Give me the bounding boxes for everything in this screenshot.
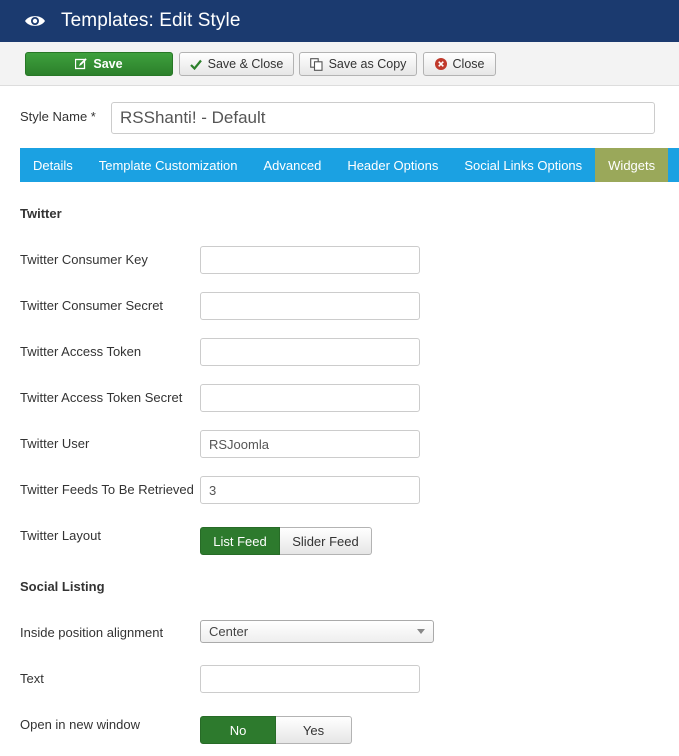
consumer-secret-label: Twitter Consumer Secret bbox=[20, 298, 164, 313]
save-button-label: Save bbox=[93, 57, 123, 71]
page-header: Templates: Edit Style bbox=[0, 0, 679, 42]
close-button-label: Close bbox=[452, 57, 485, 71]
save-copy-label: Save as Copy bbox=[328, 57, 407, 71]
save-as-copy-button[interactable]: Save as Copy bbox=[299, 52, 417, 76]
toolbar: Save Save & Close Save as Copy Close bbox=[0, 42, 679, 86]
checkmark-icon bbox=[189, 59, 202, 70]
access-token-input[interactable] bbox=[200, 338, 420, 366]
list-feed-option[interactable]: List Feed bbox=[200, 527, 280, 555]
alignment-select-value: Center bbox=[209, 624, 249, 639]
tab-advanced[interactable]: Advanced bbox=[250, 148, 334, 182]
tab-social-links-options[interactable]: Social Links Options bbox=[451, 148, 595, 182]
new-window-yes-option[interactable]: Yes bbox=[276, 716, 352, 744]
alignment-select[interactable]: Center bbox=[200, 620, 434, 643]
twitter-user-label: Twitter User bbox=[20, 436, 90, 451]
twitter-layout-label: Twitter Layout bbox=[20, 528, 101, 543]
new-window-label: Open in new window bbox=[20, 717, 140, 732]
consumer-key-input[interactable] bbox=[200, 246, 420, 274]
edit-icon bbox=[75, 58, 88, 70]
tab-details[interactable]: Details bbox=[20, 148, 86, 182]
page-title: Templates: Edit Style bbox=[61, 10, 241, 31]
access-token-label: Twitter Access Token bbox=[20, 344, 142, 359]
tab-bar-end bbox=[670, 148, 679, 182]
twitter-user-input[interactable] bbox=[200, 430, 420, 458]
consumer-secret-input[interactable] bbox=[200, 292, 420, 320]
tab-template-customization[interactable]: Template Customization bbox=[86, 148, 251, 182]
alignment-label: Inside position alignment bbox=[20, 625, 164, 640]
tab-bar: Details Template Customization Advanced … bbox=[20, 148, 679, 182]
tab-widgets[interactable]: Widgets bbox=[595, 148, 669, 182]
new-window-no-option[interactable]: No bbox=[200, 716, 276, 744]
save-button[interactable]: Save bbox=[25, 52, 173, 76]
twitter-section-title: Twitter bbox=[20, 206, 62, 221]
tab-header-options[interactable]: Header Options bbox=[334, 148, 451, 182]
twitter-feeds-input[interactable] bbox=[200, 476, 420, 504]
access-token-secret-label: Twitter Access Token Secret bbox=[20, 390, 183, 405]
save-close-label: Save & Close bbox=[207, 57, 284, 71]
style-name-input[interactable] bbox=[111, 102, 655, 134]
social-listing-section-title: Social Listing bbox=[20, 579, 105, 594]
twitter-layout-toggle: List Feed Slider Feed bbox=[200, 527, 372, 555]
text-input[interactable] bbox=[200, 665, 420, 693]
new-window-toggle: No Yes bbox=[200, 716, 352, 744]
style-name-label: Style Name * bbox=[20, 109, 96, 124]
access-token-secret-input[interactable] bbox=[200, 384, 420, 412]
save-close-button[interactable]: Save & Close bbox=[179, 52, 294, 76]
twitter-feeds-label: Twitter Feeds To Be Retrieved bbox=[20, 482, 194, 497]
consumer-key-label: Twitter Consumer Key bbox=[20, 252, 148, 267]
text-label: Text bbox=[20, 671, 44, 686]
eye-icon bbox=[25, 16, 45, 26]
chevron-down-icon bbox=[417, 629, 425, 634]
close-circle-icon bbox=[434, 58, 447, 70]
copy-icon bbox=[309, 57, 323, 71]
slider-feed-option[interactable]: Slider Feed bbox=[280, 527, 372, 555]
close-button[interactable]: Close bbox=[423, 52, 496, 76]
